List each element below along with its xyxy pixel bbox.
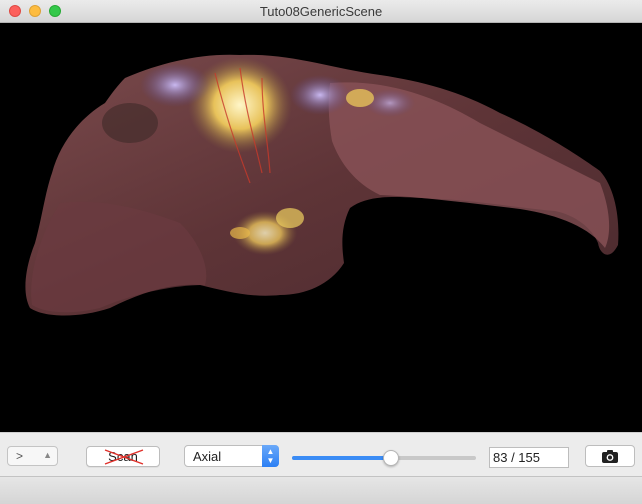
scan-button[interactable]: Scan: [86, 446, 160, 467]
snapshot-button[interactable]: [585, 445, 635, 467]
slider-thumb[interactable]: [382, 450, 399, 466]
slice-slider[interactable]: [292, 450, 476, 466]
strikethrough-cross-icon: [104, 449, 144, 465]
status-bar: [0, 476, 642, 504]
mode-popup[interactable]: > ▲: [7, 446, 58, 466]
slider-fill: [292, 456, 391, 460]
chevron-updown-icon: ▲: [43, 450, 52, 460]
orientation-select[interactable]: Axial ▲ ▼: [184, 445, 279, 467]
camera-icon: [602, 450, 618, 463]
slice-counter-field[interactable]: 83 / 155: [489, 447, 569, 468]
chevron-updown-icon: ▲ ▼: [262, 445, 279, 467]
title-bar: Tuto08GenericScene: [0, 0, 642, 23]
mode-popup-value: >: [16, 449, 24, 463]
window-title: Tuto08GenericScene: [259, 4, 383, 19]
orientation-select-value: Axial: [193, 449, 222, 464]
render-viewport[interactable]: [0, 23, 642, 432]
bottom-toolbar: > ▲ Scan Axial ▲▼ 83 / 155: [0, 432, 642, 476]
textured-mesh: [25, 54, 619, 316]
